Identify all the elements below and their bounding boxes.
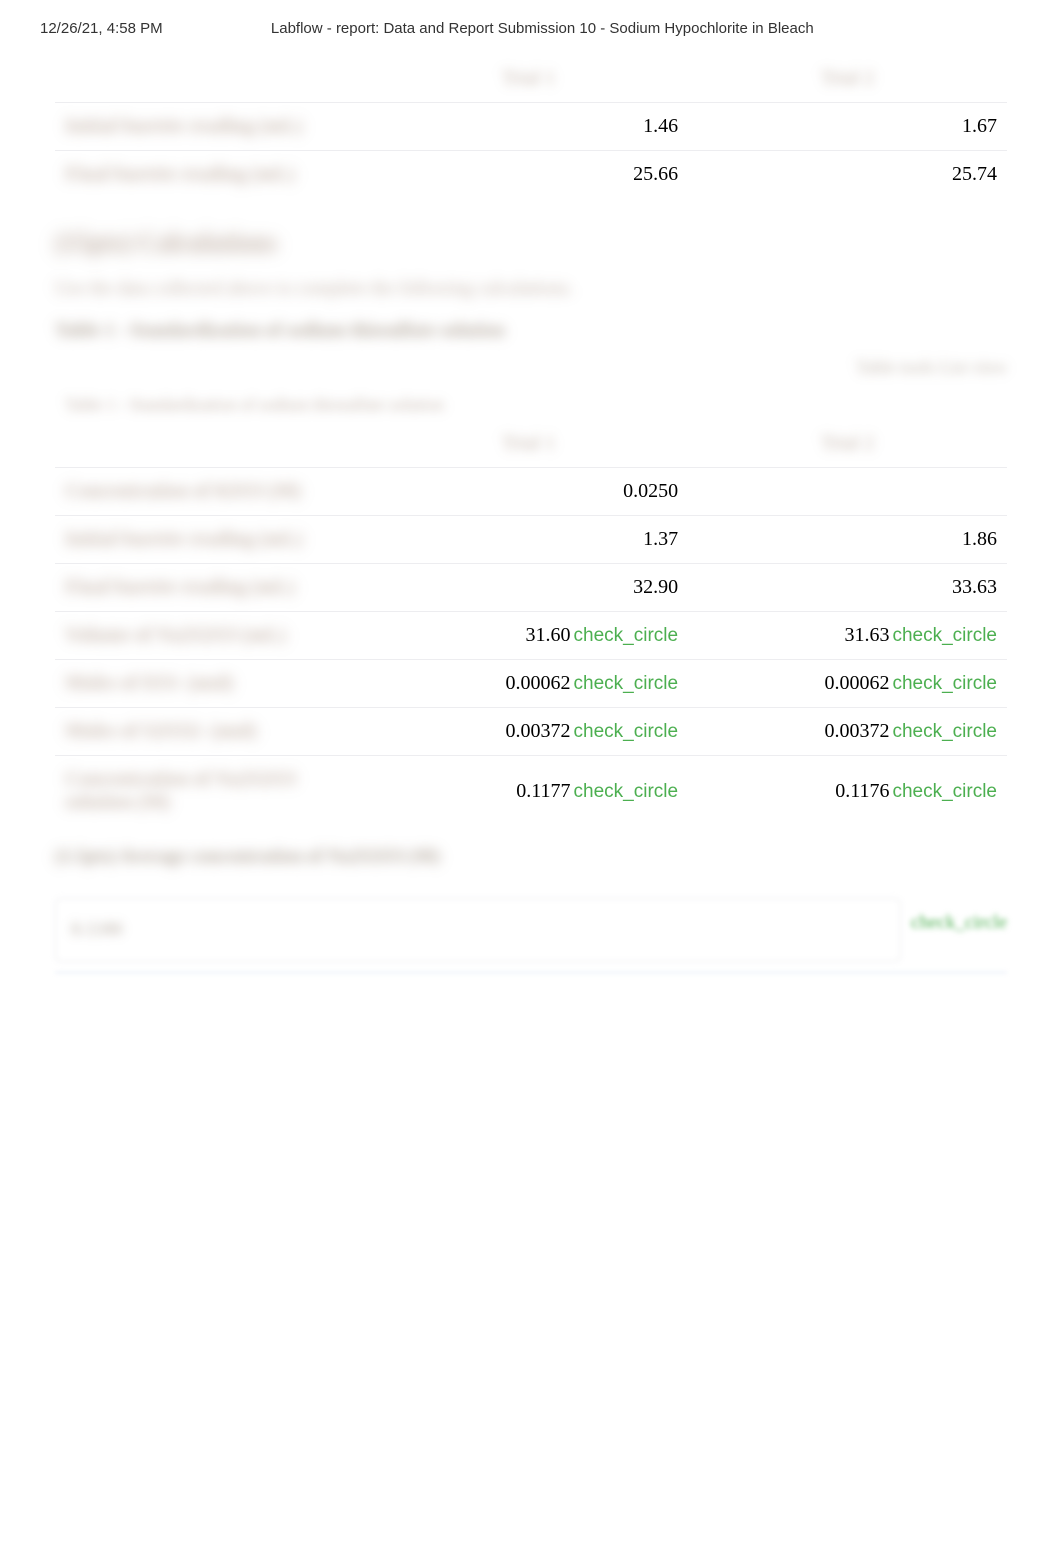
section-divider [55,972,1007,973]
section-heading: (15pts) Calculations [55,228,1007,258]
question-label: (1.5pts) Average concentration of Na2S2O… [55,846,1007,868]
check-circle-icon: check_circle [892,721,997,742]
cell-value: 31.63check_circle [688,612,1007,660]
answer-input-box[interactable]: 0.1180 [55,898,901,962]
header-timestamp: 12/26/21, 4:58 PM [40,20,163,37]
table1-col2: Trial 2 [688,55,1007,103]
check-circle-icon: check_circle [892,625,997,646]
row-label: Final burette reading (mL) [65,163,295,185]
cell-value: 0.0250 [369,468,688,516]
cell-value: 0.00372check_circle [688,708,1007,756]
row-label: Moles of S2O32- (mol) [65,720,257,742]
check-circle-icon: check_circle [892,673,997,694]
cell-value: 1.67 [688,103,1007,151]
check-circle-icon: check_circle [574,673,679,694]
row-label: Volume of Na2S2O3 (mL) [65,624,286,646]
check-circle-icon: check_circle [911,912,1007,934]
cell-value: 1.86 [688,516,1007,564]
cell-value: 32.90 [369,564,688,612]
check-circle-icon: check_circle [892,781,997,802]
table-row: Volume of Na2S2O3 (mL) 31.60check_circle… [55,612,1007,660]
cell-value: 25.74 [688,151,1007,199]
cell-value: 0.00372check_circle [369,708,688,756]
table1-col1: Trial 1 [369,55,688,103]
cell-value: 0.00062check_circle [688,660,1007,708]
table-tools-bar[interactable]: Table tools List view [55,357,1007,378]
cell-value: 0.00062check_circle [369,660,688,708]
standardization-table: Table 1 - Standardization of sodium thio… [55,383,1007,826]
cell-value: 33.63 [688,564,1007,612]
section-instruction: Use the data collected above to complete… [55,278,1007,300]
row-label: Moles of IO3- (mol) [65,672,233,694]
check-circle-icon: check_circle [574,721,679,742]
row-label: Concentration of KIO3 (M) [65,480,301,502]
table-caption: Table 1 - Standardization of sodium thio… [55,383,1007,420]
check-circle-icon: check_circle [574,625,679,646]
table-row: Concentration of Na2S2O3 solution (M) 0.… [55,756,1007,827]
table-row: Final burette reading (mL) 32.90 33.63 [55,564,1007,612]
check-circle-icon: check_circle [574,781,679,802]
cell-value: 0.1177check_circle [369,756,688,827]
table2-col1: Trial 1 [369,420,688,468]
table-row: Final burette reading (mL) 25.66 25.74 [55,151,1007,199]
table-row: Moles of IO3- (mol) 0.00062check_circle … [55,660,1007,708]
table2-col2: Trial 2 [688,420,1007,468]
cell-value: 1.46 [369,103,688,151]
cell-value: 31.60check_circle [369,612,688,660]
row-label: Final burette reading (mL) [65,576,295,598]
burette-table: Trial 1 Trial 2 Initial burette reading … [55,55,1007,198]
cell-value [688,468,1007,516]
cell-value: 0.1176check_circle [688,756,1007,827]
cell-value: 1.37 [369,516,688,564]
table-row: Moles of S2O32- (mol) 0.00372check_circl… [55,708,1007,756]
table-row: Initial burette reading (mL) 1.37 1.86 [55,516,1007,564]
header-page-title: Labflow - report: Data and Report Submis… [163,20,922,37]
answer-value: 0.1180 [71,919,123,941]
row-label: Initial burette reading (mL) [65,528,303,550]
table-row: Concentration of KIO3 (M) 0.0250 [55,468,1007,516]
table-row: Initial burette reading (mL) 1.46 1.67 [55,103,1007,151]
row-label: Concentration of Na2S2O3 solution (M) [65,768,296,813]
cell-value: 25.66 [369,151,688,199]
section-subheading: Table 1 - Standardization of sodium thio… [55,320,1007,342]
row-label: Initial burette reading (mL) [65,115,303,137]
